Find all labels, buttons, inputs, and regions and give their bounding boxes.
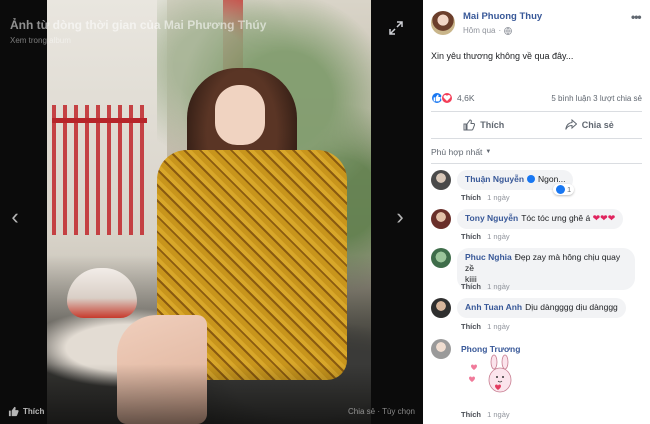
author-avatar[interactable] [431, 11, 455, 35]
comment-time[interactable]: 1 ngày [487, 410, 510, 419]
like-button[interactable]: Thích [431, 113, 537, 137]
comment-text: Dịu dàngggg dịu dànggg [525, 302, 618, 312]
comment-text: Tóc tóc ưng ghê á [521, 213, 591, 223]
post-header: Mai Phuong Thuy Hôm qua · ••• [431, 10, 642, 40]
commenter-name[interactable]: Phuc Nghia [465, 252, 512, 262]
comment-time[interactable]: 1 ngày [487, 193, 510, 202]
commenter-name[interactable]: Phong Trương [461, 344, 520, 354]
comment-meta: Thích 1 ngày [461, 232, 510, 241]
commenter-avatar[interactable] [431, 339, 451, 359]
comment-like-link[interactable]: Thích [461, 282, 481, 291]
commenter-name[interactable]: Thuận Nguyễn [465, 174, 524, 184]
commenter-avatar[interactable] [431, 170, 451, 190]
globe-icon [504, 26, 513, 35]
commenter-avatar[interactable] [431, 209, 451, 229]
post-caption: Xin yêu thương không về qua đây... [431, 51, 574, 61]
comment-item: Phuc Nghia Đẹp zay mà hông chịu quay zề k… [431, 248, 642, 292]
author-name[interactable]: Mai Phuong Thuy [463, 11, 542, 22]
comment-sort-dropdown[interactable]: Phù hợp nhất ▼ [431, 147, 491, 157]
viewer-title: Ảnh từ dòng thời gian của Mai Phương Thú… [10, 18, 267, 32]
more-options-icon[interactable]: ••• [631, 10, 642, 24]
comments-count[interactable]: 5 bình luận [551, 94, 591, 103]
comment-like-link[interactable]: Thích [461, 193, 481, 202]
comment-text: Ngon... [538, 174, 566, 184]
post-photo[interactable] [47, 0, 371, 424]
like-button-label: Thích [480, 120, 505, 130]
comment-bubble: Tony Nguyễn Tóc tóc ưng ghê á ❤❤❤ [457, 209, 624, 229]
sort-label: Phù hợp nhất [431, 147, 483, 157]
comment-like-link[interactable]: Thích [461, 232, 481, 241]
love-reaction-icon [441, 92, 453, 104]
comment-share-stats[interactable]: 5 bình luận 3 lượt chia sẻ [551, 94, 642, 103]
comment-time[interactable]: 1 ngày [487, 282, 510, 291]
viewer-bottom-bar: Thích Chia sẻ · Tùy chọn [0, 398, 423, 424]
thumbs-up-icon [463, 119, 476, 131]
sticker-image[interactable] [467, 354, 519, 394]
post-actions: Thích Chia sẻ [431, 113, 642, 137]
like-reaction-icon [556, 185, 565, 194]
comment-meta: Thích 1 ngày [461, 282, 510, 291]
commenter-name[interactable]: Tony Nguyễn [465, 213, 518, 223]
comment-item: Thuận Nguyễn Ngon... 1 Thích 1 ngày [431, 170, 642, 202]
commenter-name[interactable]: Anh Tuan Anh [465, 302, 522, 312]
comment-time[interactable]: 1 ngày [487, 232, 510, 241]
post-time-label: Hôm qua [463, 26, 496, 35]
viewer-like-label: Thích [23, 406, 45, 416]
reaction-count: 4,6K [457, 93, 475, 103]
reaction-summary[interactable]: 4,6K 5 bình luận 3 lượt chia sẻ [431, 91, 642, 105]
comment-meta: Thích 1 ngày [461, 193, 510, 202]
next-photo-button[interactable]: › [393, 204, 407, 230]
verified-badge-icon [527, 175, 536, 183]
comment-meta: Thích 1 ngày [461, 322, 510, 331]
comment-item: Phong Trương Thích 1 ngày [431, 339, 642, 419]
share-icon [565, 119, 577, 130]
chevron-down-icon: ▼ [485, 149, 492, 155]
thumbs-up-icon [8, 406, 19, 416]
expand-icon[interactable] [389, 21, 403, 35]
viewer-subtitle[interactable]: Xem trong album [10, 36, 71, 45]
post-timestamp[interactable]: Hôm qua · [463, 26, 513, 35]
shares-count[interactable]: 3 lượt chia sẻ [593, 94, 642, 103]
post-sidebar: Mai Phuong Thuy Hôm qua · ••• Xin yêu th… [423, 0, 650, 424]
comment-bubble: Anh Tuan Anh Dịu dàngggg dịu dànggg [457, 298, 626, 318]
comment-meta: Thích 1 ngày [461, 410, 510, 419]
viewer-options[interactable]: Chia sẻ · Tùy chọn [348, 407, 415, 416]
divider [431, 163, 642, 164]
comment-like-link[interactable]: Thích [461, 410, 481, 419]
comment-time[interactable]: 1 ngày [487, 322, 510, 331]
commenter-avatar[interactable] [431, 248, 451, 268]
comment-like-link[interactable]: Thích [461, 322, 481, 331]
comment-item: Anh Tuan Anh Dịu dàngggg dịu dànggg Thích… [431, 298, 642, 331]
divider [431, 111, 642, 112]
comment-reaction-badge[interactable]: 1 [553, 184, 575, 195]
comment-item: Tony Nguyễn Tóc tóc ưng ghê á ❤❤❤ Thích 1… [431, 209, 642, 241]
commenter-avatar[interactable] [431, 298, 451, 318]
previous-photo-button[interactable]: ‹ [8, 204, 22, 230]
divider [431, 138, 642, 139]
share-button[interactable]: Chia sẻ [537, 113, 643, 137]
photo-viewer: Ảnh từ dòng thời gian của Mai Phương Thú… [0, 0, 423, 424]
heart-emoji: ❤❤❤ [592, 213, 616, 223]
share-button-label: Chia sẻ [581, 120, 614, 130]
comment-reaction-count: 1 [567, 185, 572, 194]
viewer-like-button[interactable]: Thích [8, 406, 44, 417]
